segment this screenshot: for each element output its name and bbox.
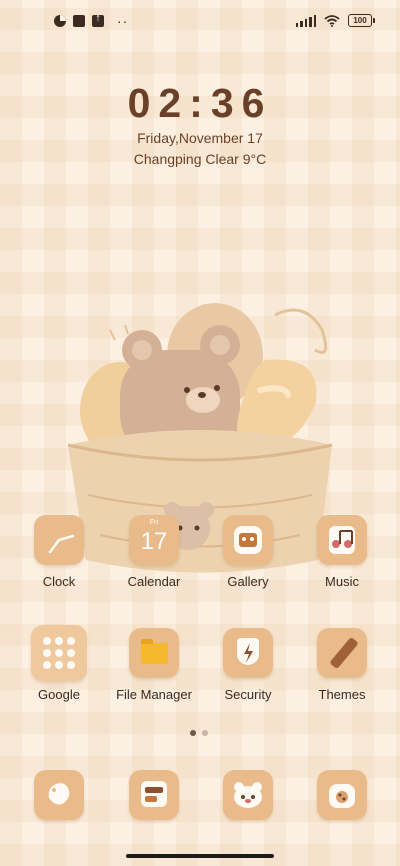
circle-half-icon [54, 15, 66, 27]
app-label: Calendar [127, 574, 181, 589]
app-label: Gallery [227, 574, 269, 589]
upload-icon [92, 12, 104, 27]
battery-icon: 100 [348, 14, 375, 27]
dock-camera[interactable] [294, 770, 390, 820]
square-icon [73, 15, 85, 27]
browser-icon [223, 770, 273, 820]
google-folder-icon [31, 625, 87, 681]
app-file-manager[interactable]: File Manager [106, 628, 202, 702]
camera-icon [317, 770, 367, 820]
dock-browser[interactable] [200, 770, 296, 820]
calendar-day-name: Fri [149, 519, 159, 526]
app-security[interactable]: Security [200, 628, 296, 702]
page-dot-2[interactable] [202, 730, 208, 736]
app-label: Music [325, 574, 359, 589]
app-themes[interactable]: Themes [294, 628, 390, 702]
music-icon [317, 515, 367, 565]
shield-icon [223, 628, 273, 678]
wifi-icon [324, 14, 340, 27]
folder-icon [129, 628, 179, 678]
clock-widget-date[interactable]: Friday,November 17 [0, 130, 400, 146]
calendar-day-number: 17 [140, 528, 168, 555]
app-label: Google [38, 687, 80, 702]
app-google-folder[interactable]: Google [11, 625, 107, 702]
app-label: Themes [318, 687, 366, 702]
phone-icon [34, 770, 84, 820]
brush-icon [317, 628, 367, 678]
app-label: Clock [42, 574, 76, 589]
app-label: Security [224, 687, 272, 702]
more-notifications-icon: ·· [117, 13, 129, 29]
weather-widget[interactable]: Changping Clear 9°C [0, 151, 400, 167]
app-label: File Manager [116, 687, 192, 702]
home-gesture-bar[interactable] [126, 854, 274, 858]
page-indicator [190, 730, 208, 736]
app-gallery[interactable]: Gallery [200, 515, 296, 589]
page-dot-1[interactable] [190, 730, 196, 736]
app-calendar[interactable]: Fri 17 Calendar [106, 515, 202, 589]
clock-icon [34, 515, 84, 565]
app-music[interactable]: Music [294, 515, 390, 589]
app-clock[interactable]: Clock [11, 515, 107, 589]
dock-phone[interactable] [11, 770, 107, 820]
signal-icon [295, 14, 316, 27]
dock-messages[interactable] [106, 770, 202, 820]
messages-icon [129, 770, 179, 820]
gallery-icon [223, 515, 273, 565]
calendar-icon: Fri 17 [129, 515, 179, 565]
status-bar: ·· 100 [0, 0, 400, 44]
clock-widget-time[interactable]: 02:36 [0, 80, 400, 127]
